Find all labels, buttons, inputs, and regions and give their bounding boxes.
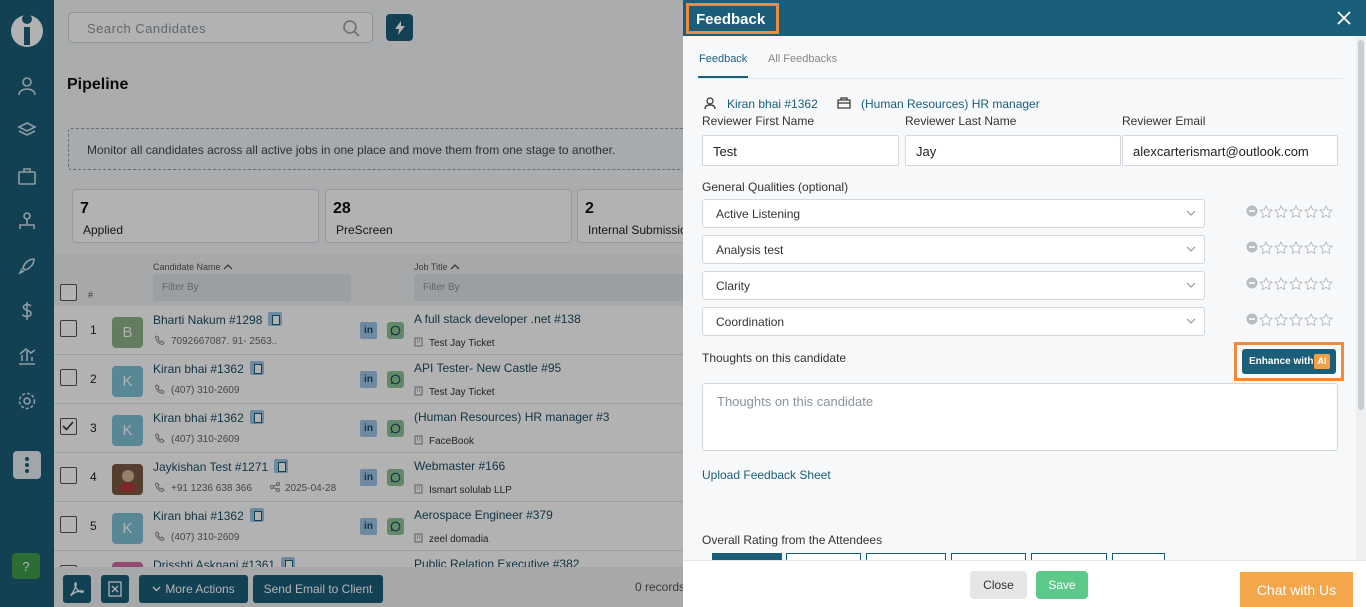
- first-name-value: Test: [713, 144, 737, 159]
- quality-select[interactable]: Clarity: [702, 271, 1205, 300]
- star-icon[interactable]: [1288, 204, 1304, 219]
- email-label: Reviewer Email: [1122, 114, 1206, 128]
- star-icon[interactable]: [1288, 312, 1304, 327]
- panel-title: Feedback: [686, 3, 779, 34]
- email-value: alexcarterismart@outlook.com: [1133, 144, 1309, 159]
- star-icon[interactable]: [1273, 276, 1289, 291]
- job-briefcase-icon: [837, 97, 851, 109]
- thoughts-label: Thoughts on this candidate: [702, 351, 847, 365]
- clear-rating-icon[interactable]: [1246, 241, 1258, 253]
- person-icon: [704, 97, 716, 110]
- chevron-down-icon: [1186, 210, 1196, 216]
- thoughts-placeholder: Thoughts on this candidate: [717, 394, 874, 409]
- quality-select[interactable]: Analysis test: [702, 235, 1205, 264]
- star-icon[interactable]: [1258, 204, 1274, 219]
- quality-name: Active Listening: [716, 207, 801, 221]
- quality-name: Analysis test: [716, 243, 784, 257]
- tab-feedback[interactable]: Feedback: [699, 53, 747, 65]
- last-name-value: Jay: [916, 144, 937, 159]
- panel-scrollbar[interactable]: [1356, 36, 1366, 560]
- clear-rating-icon[interactable]: [1246, 205, 1258, 217]
- star-icon[interactable]: [1303, 204, 1319, 219]
- star-rating[interactable]: [1246, 240, 1334, 255]
- clear-rating-icon[interactable]: [1246, 277, 1258, 289]
- job-link[interactable]: (Human Resources) HR manager: [861, 97, 1040, 111]
- rating-option[interactable]: [712, 553, 782, 560]
- scrollbar-thumb[interactable]: [1358, 40, 1364, 410]
- star-icon[interactable]: [1318, 312, 1334, 327]
- chevron-down-icon: [1186, 318, 1196, 324]
- quality-name: Coordination: [716, 315, 785, 329]
- star-icon[interactable]: [1258, 240, 1274, 255]
- first-name-field[interactable]: Test: [702, 135, 899, 166]
- close-icon[interactable]: [1336, 10, 1352, 26]
- tab-divider: [698, 78, 1343, 79]
- star-icon[interactable]: [1318, 204, 1334, 219]
- star-icon[interactable]: [1258, 312, 1274, 327]
- star-icon[interactable]: [1288, 276, 1304, 291]
- star-rating[interactable]: [1246, 276, 1334, 291]
- star-rating[interactable]: [1246, 204, 1334, 219]
- rating-option[interactable]: [951, 553, 1026, 560]
- save-button[interactable]: Save: [1036, 571, 1088, 599]
- star-icon[interactable]: [1303, 276, 1319, 291]
- first-name-label: Reviewer First Name: [702, 114, 815, 128]
- modal-backdrop[interactable]: [0, 0, 683, 607]
- rating-option[interactable]: [866, 553, 946, 560]
- quality-select[interactable]: Active Listening: [702, 199, 1205, 228]
- star-icon[interactable]: [1318, 240, 1334, 255]
- enhance-with-ai-button[interactable]: Enhance with AI: [1242, 349, 1336, 374]
- feedback-panel: Feedback Feedback All Feedbacks Kiran bh…: [683, 0, 1366, 607]
- panel-header: Feedback: [683, 0, 1366, 36]
- enhance-label: Enhance with: [1249, 356, 1314, 367]
- app-root: ? Search Candidates Pipeline Monitor all…: [0, 0, 1366, 607]
- active-tab-indicator: [698, 76, 748, 78]
- panel-footer: Close Save Chat with Us: [683, 560, 1366, 607]
- tab-all-feedbacks[interactable]: All Feedbacks: [768, 53, 837, 65]
- star-icon[interactable]: [1273, 240, 1289, 255]
- chevron-down-icon: [1186, 246, 1196, 252]
- quality-name: Clarity: [716, 279, 751, 293]
- star-icon[interactable]: [1273, 204, 1289, 219]
- email-field[interactable]: alexcarterismart@outlook.com: [1122, 135, 1338, 166]
- star-icon[interactable]: [1303, 312, 1319, 327]
- thoughts-textarea[interactable]: Thoughts on this candidate: [702, 383, 1338, 451]
- rating-option[interactable]: [1031, 553, 1107, 560]
- star-icon[interactable]: [1318, 276, 1334, 291]
- upload-feedback-sheet-link[interactable]: Upload Feedback Sheet: [702, 468, 831, 482]
- candidate-link[interactable]: Kiran bhai #1362: [727, 97, 818, 111]
- ai-badge: AI: [1314, 354, 1330, 369]
- last-name-field[interactable]: Jay: [905, 135, 1121, 166]
- quality-select[interactable]: Coordination: [702, 307, 1205, 336]
- last-name-label: Reviewer Last Name: [905, 114, 1017, 128]
- star-icon[interactable]: [1273, 312, 1289, 327]
- overall-rating-label: Overall Rating from the Attendees: [702, 533, 883, 547]
- star-icon[interactable]: [1258, 276, 1274, 291]
- clear-rating-icon[interactable]: [1246, 313, 1258, 325]
- star-rating[interactable]: [1246, 312, 1334, 327]
- rating-option[interactable]: [1112, 553, 1165, 560]
- close-button[interactable]: Close: [970, 571, 1027, 599]
- chevron-down-icon: [1186, 282, 1196, 288]
- chat-with-us-button[interactable]: Chat with Us: [1240, 572, 1353, 607]
- star-icon[interactable]: [1303, 240, 1319, 255]
- star-icon[interactable]: [1288, 240, 1304, 255]
- qualities-label: General Qualities (optional): [702, 180, 849, 194]
- rating-option[interactable]: [786, 553, 861, 560]
- enhance-highlight: Enhance with AI: [1234, 342, 1344, 381]
